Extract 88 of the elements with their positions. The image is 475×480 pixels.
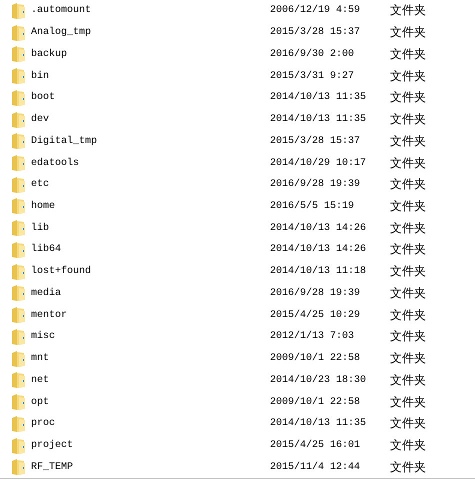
- file-type: 文件夹: [390, 198, 426, 215]
- file-name[interactable]: .automount: [31, 5, 270, 16]
- file-name[interactable]: proc: [31, 418, 270, 430]
- folder-icon: [12, 2, 25, 19]
- modified-date: 2014/10/13 11:35: [270, 114, 368, 126]
- file-type: 文件夹: [390, 176, 426, 194]
- file-name[interactable]: mentor: [31, 310, 270, 321]
- file-type: 文件夹: [390, 220, 426, 237]
- folder-icon: [12, 285, 25, 302]
- folder-icon: [12, 220, 25, 236]
- file-type: 文件夹: [390, 458, 426, 476]
- file-type: 文件夹: [390, 89, 426, 106]
- file-name[interactable]: misc: [31, 331, 270, 342]
- modified-date: 2015/11/4 12:44: [270, 462, 362, 473]
- file-type: 文件夹: [390, 68, 426, 85]
- modified-date: 2016/9/28 19:39: [270, 288, 362, 299]
- folder-icon: [12, 112, 25, 128]
- folder-icon: [12, 438, 25, 454]
- file-type: 文件夹: [390, 284, 426, 302]
- modified-date: 2014/10/23 18:30: [270, 374, 368, 386]
- modified-date: 2014/10/13 14:26: [270, 244, 368, 256]
- folder-icon: [12, 90, 25, 106]
- file-name[interactable]: net: [31, 374, 270, 386]
- modified-date: 2009/10/1 22:58: [270, 396, 362, 408]
- file-type: 文件夹: [390, 2, 426, 20]
- file-type: 文件夹: [390, 328, 426, 346]
- folder-icon: [12, 155, 25, 171]
- file-name[interactable]: mnt: [31, 353, 270, 364]
- folder-icon: [12, 459, 25, 476]
- modified-date: 2014/10/13 11:35: [270, 418, 368, 430]
- modified-date: 2014/10/13 11:18: [270, 266, 368, 278]
- file-type: 文件夹: [390, 154, 426, 172]
- file-name[interactable]: project: [31, 440, 270, 452]
- folder-icon: [12, 350, 25, 367]
- file-type: 文件夹: [390, 46, 426, 63]
- folder-icon: [12, 198, 25, 214]
- file-name[interactable]: media: [31, 288, 270, 299]
- file-name[interactable]: opt: [31, 396, 270, 408]
- folder-icon: [12, 68, 25, 84]
- file-type: 文件夹: [390, 372, 426, 389]
- file-type: 文件夹: [390, 111, 426, 128]
- file-type: 文件夹: [390, 263, 426, 280]
- file-name[interactable]: etc: [31, 179, 270, 190]
- file-type: 文件夹: [390, 415, 426, 432]
- file-name[interactable]: RF_TEMP: [31, 462, 270, 473]
- folder-icon: [12, 307, 25, 324]
- folder-icon: [12, 328, 25, 345]
- file-type: 文件夹: [390, 437, 426, 454]
- modified-date: 2009/10/1 22:58: [270, 353, 362, 364]
- modified-date: 2016/9/30 2:00: [270, 48, 356, 60]
- file-name[interactable]: home: [31, 200, 270, 212]
- modified-date: 2006/12/19 4:59: [270, 5, 362, 16]
- modified-date: 2015/4/25 16:01: [270, 440, 362, 452]
- modified-date: 2014/10/13 14:26: [270, 222, 368, 234]
- modified-date: 2015/3/31 9:27: [270, 70, 356, 82]
- modified-date: 2015/3/28 15:37: [270, 136, 362, 147]
- folder-icon: [12, 176, 25, 193]
- folder-icon: [12, 416, 25, 432]
- folder-icon: [12, 372, 25, 388]
- modified-date: 2014/10/13 11:35: [270, 92, 368, 104]
- folder-icon: [12, 242, 25, 258]
- modified-date: 2015/3/28 15:37: [270, 27, 362, 38]
- file-name[interactable]: boot: [31, 92, 270, 104]
- file-name[interactable]: backup: [31, 48, 270, 60]
- folder-icon: [12, 133, 25, 150]
- file-name[interactable]: bin: [31, 70, 270, 82]
- file-type: 文件夹: [390, 24, 426, 42]
- folder-icon: [12, 264, 25, 280]
- folder-icon: [12, 46, 25, 62]
- file-name[interactable]: Digital_tmp: [31, 136, 270, 147]
- file-type: 文件夹: [390, 350, 426, 368]
- folder-icon: [12, 394, 25, 410]
- file-name[interactable]: lib64: [31, 244, 270, 256]
- file-name[interactable]: edatools: [31, 158, 270, 168]
- modified-date: 2014/10/29 10:17: [270, 158, 368, 168]
- file-name[interactable]: lost+found: [31, 266, 270, 278]
- file-name[interactable]: dev: [31, 114, 270, 126]
- file-name[interactable]: lib: [31, 222, 270, 234]
- folder-icon: [12, 24, 25, 41]
- file-type: 文件夹: [390, 306, 426, 324]
- file-type: 文件夹: [390, 241, 426, 258]
- modified-date: 2015/4/25 10:29: [270, 310, 362, 321]
- file-type: 文件夹: [390, 394, 426, 411]
- modified-date: 2016/5/5 15:19: [270, 200, 356, 212]
- file-type: 文件夹: [390, 132, 426, 150]
- modified-date: 2012/1/13 7:03: [270, 331, 356, 342]
- modified-date: 2016/9/28 19:39: [270, 179, 362, 190]
- file-name[interactable]: Analog_tmp: [31, 27, 270, 38]
